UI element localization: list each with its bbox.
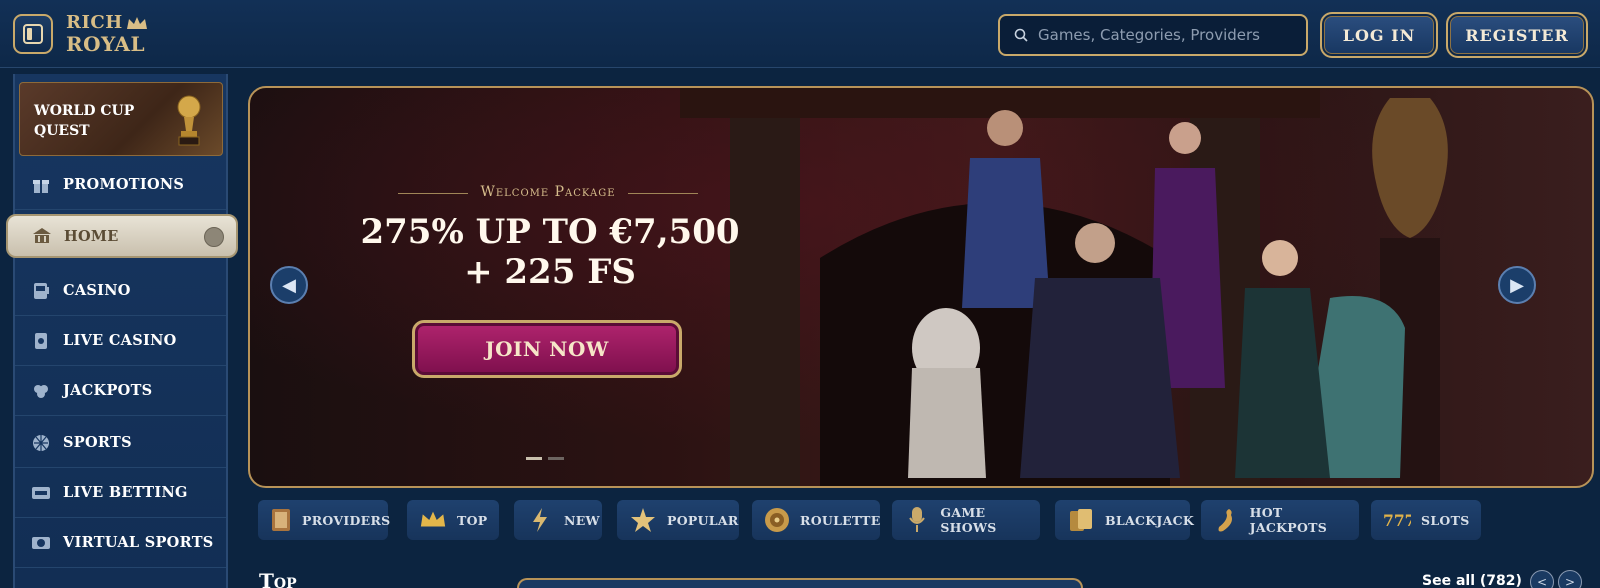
cards-icon [31,331,51,351]
search-input[interactable] [1038,26,1298,44]
category-game-shows[interactable]: GAME SHOWS [892,500,1040,540]
logo-crown-icon [127,17,147,29]
sidebar-item-label: HOME [64,227,119,245]
category-label: POPULAR [667,512,739,528]
lightning-icon [526,506,554,534]
ball-icon [31,433,51,453]
gift-icon [31,175,51,195]
slot-machine-icon [31,281,51,301]
sidebar-item-home[interactable]: HOME [6,214,238,258]
star-icon [629,506,657,534]
roulette-icon [764,506,790,534]
sidebar-item-label: JACKPOTS [63,382,153,399]
banner-headline: 275% UP TO €7,500 + 225 FS [360,212,740,292]
login-button[interactable]: LOG IN [1320,12,1438,58]
chevron-left-icon: ◀ [282,274,296,296]
sevens-icon: 777 [1383,506,1411,534]
svg-text:777: 777 [1383,511,1411,530]
banner-characters-illustration [680,88,1448,486]
menu-toggle-button[interactable] [13,14,53,54]
sidebar-item-label: LIVE CASINO [63,332,177,349]
quest-title: WORLD CUP QUEST [34,103,135,139]
sidebar-item-live-betting[interactable]: LIVE BETTING [15,468,226,518]
category-label: HOT JACKPOTS [1249,505,1328,535]
book-icon [270,506,292,534]
section-next-button[interactable]: > [1558,570,1582,588]
chevron-left-icon: < [1536,575,1548,588]
section-prev-button[interactable]: < [1530,570,1554,588]
trophy-icon [177,95,201,146]
sidebar-item-casino[interactable]: CASINO [15,266,226,316]
category-roulette[interactable]: ROULETTE [752,500,880,540]
banner-prev-button[interactable]: ◀ [270,266,308,304]
chili-icon [1213,506,1240,534]
sidebar-item-label: LIVE BETTING [63,484,188,501]
sidebar-item-jackpots[interactable]: JACKPOTS [15,366,226,416]
sidebar-item-virtual-sports[interactable]: VIRTUAL SPORTS [15,518,226,568]
category-top[interactable]: TOP [407,500,499,540]
slide-dot[interactable] [548,457,564,460]
slide-dot[interactable] [526,457,542,460]
microphone-icon [904,506,930,534]
logo-line1: RICH [66,12,123,33]
header: RICH ROYAL LOG IN REGISTER [0,0,1600,68]
sidebar-item-label: VIRTUAL SPORTS [63,534,214,551]
virtual-ball-icon [31,533,51,553]
see-all-link[interactable]: See all (782) [1422,573,1522,588]
live-icon [31,483,51,503]
category-label: SLOTS [1421,512,1470,528]
clover-icon [31,381,51,401]
join-now-button[interactable]: JOIN NOW [412,320,682,378]
sidebar-item-sports[interactable]: SPORTS [15,418,226,468]
crown-icon [419,506,447,534]
logo[interactable]: RICH ROYAL [64,12,164,58]
category-label: GAME SHOWS [940,505,997,535]
welcome-eyebrow: Welcome Package [398,184,698,200]
hero-banner[interactable]: Welcome Package 275% UP TO €7,500 + 225 … [248,86,1594,488]
home-badge-icon [204,227,224,247]
banner-next-button[interactable]: ▶ [1498,266,1536,304]
game-card-strip[interactable] [517,578,1083,588]
world-cup-quest-card[interactable]: WORLD CUP QUEST [19,82,223,156]
chevron-right-icon: ▶ [1510,274,1524,296]
register-button[interactable]: REGISTER [1446,12,1588,58]
category-popular[interactable]: POPULAR [617,500,739,540]
sidebar-toggle-icon [23,24,43,44]
category-label: BLACKJACK [1105,512,1194,528]
category-label: TOP [457,512,488,528]
sidebar-item-live-casino[interactable]: LIVE CASINO [15,316,226,366]
sidebar: WORLD CUP QUEST PROMOTIONS HOME CASINO L… [6,74,238,588]
category-label: PROVIDERS [302,512,391,528]
search-icon [1014,28,1028,42]
sidebar-item-label: CASINO [63,282,131,299]
category-providers[interactable]: PROVIDERS [258,500,391,540]
category-label: ROULETTE [800,512,881,528]
category-hot-jackpots[interactable]: HOT JACKPOTS [1201,500,1359,540]
logo-line2: ROYAL [66,32,146,56]
headline-line1: 275% UP TO €7,500 [360,212,740,252]
category-label: NEW [564,512,600,528]
home-icon [32,226,52,246]
headline-line2: + 225 FS [464,252,636,292]
category-slots[interactable]: 777 SLOTS [1371,500,1481,540]
chevron-right-icon: > [1564,575,1576,588]
sidebar-item-label: PROMOTIONS [63,176,185,193]
search-box[interactable] [998,14,1308,56]
sidebar-item-label: SPORTS [63,434,132,451]
sidebar-item-promotions[interactable]: PROMOTIONS [15,160,226,210]
section-title: Top [259,569,297,588]
category-blackjack[interactable]: BLACKJACK [1055,500,1194,540]
playing-cards-icon [1067,506,1095,534]
slide-indicator [526,457,564,460]
category-new[interactable]: NEW [514,500,602,540]
